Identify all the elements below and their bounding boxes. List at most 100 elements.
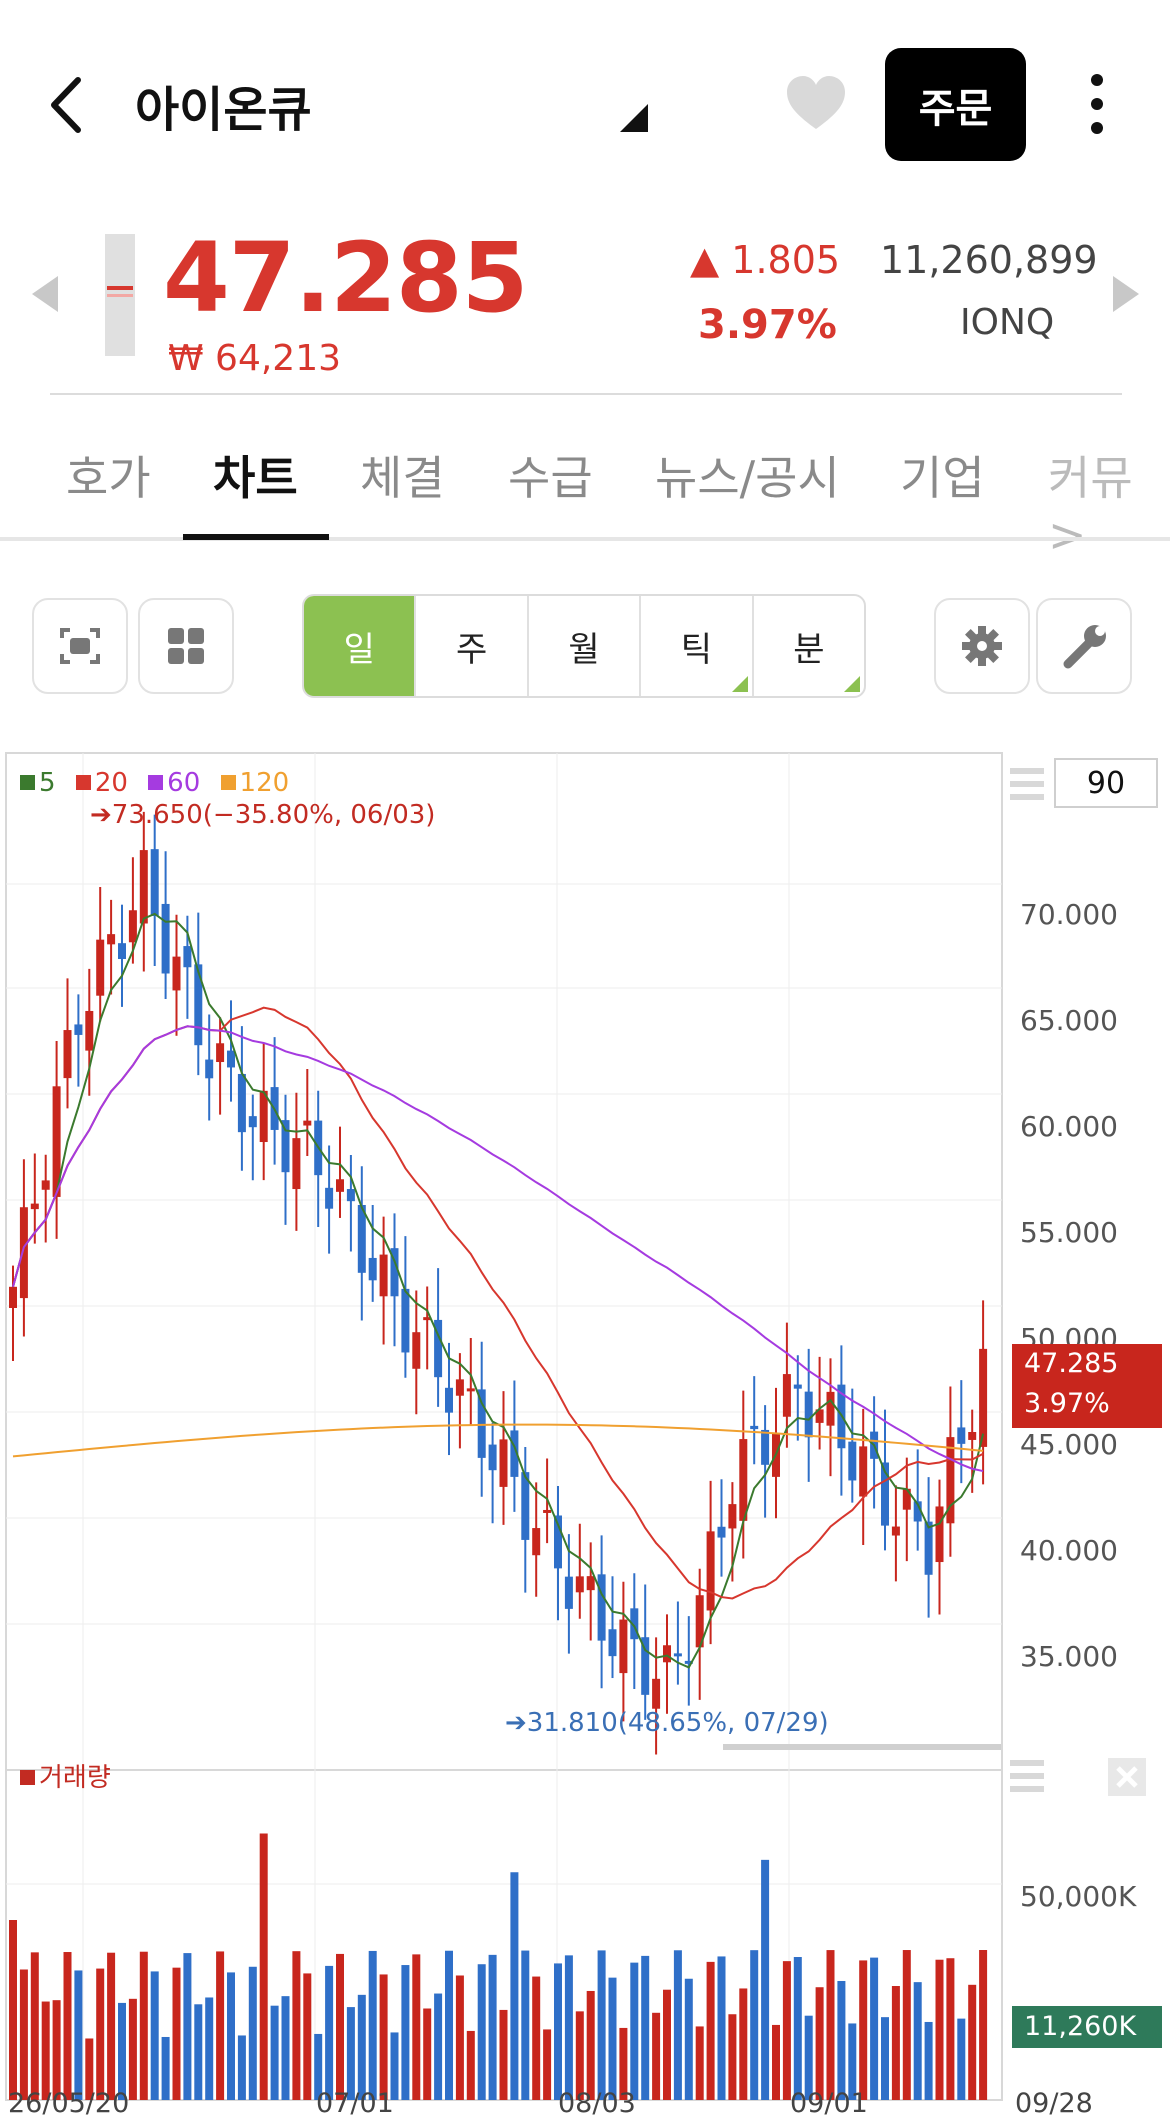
candle-body <box>128 910 137 943</box>
close-icon <box>1116 1766 1138 1788</box>
period-day[interactable]: 일 <box>304 596 415 696</box>
candle-body <box>216 1043 225 1063</box>
chart-menu-icon[interactable] <box>1008 764 1046 804</box>
volume-bar <box>946 1958 955 2100</box>
stock-chart[interactable] <box>5 752 1163 2121</box>
price-change-percent: 3.97% <box>698 302 837 348</box>
moving-average-legend: 5 20 60 120 <box>20 768 301 798</box>
layout-grid-button[interactable] <box>138 598 234 694</box>
candle-body <box>183 946 192 968</box>
period-minute[interactable]: 분 <box>751 596 864 696</box>
volume-bar <box>706 1961 715 2100</box>
candle-body <box>652 1678 661 1709</box>
volume-bar <box>728 2014 737 2100</box>
volume-bar <box>183 1953 192 2100</box>
candle-body <box>532 1528 541 1556</box>
tab-chart[interactable]: 차트 <box>213 442 298 508</box>
more-options-icon[interactable] <box>1085 72 1109 136</box>
y-tick-label: 45.000 <box>1020 1428 1118 1461</box>
candle-body <box>248 1116 257 1128</box>
trading-volume: 11,260,899 <box>880 238 1098 282</box>
candle-body <box>543 1509 552 1513</box>
volume-menu-icon[interactable] <box>1008 1756 1046 1796</box>
candle-body <box>979 1348 988 1447</box>
volume-bar <box>466 2030 475 2100</box>
volume-bar <box>652 2012 661 2100</box>
tab-community[interactable]: 커뮤> <box>1048 442 1170 562</box>
candle-body <box>118 943 126 960</box>
candle-body <box>750 1425 759 1430</box>
period-week[interactable]: 주 <box>414 596 526 696</box>
back-arrow-icon[interactable] <box>40 70 100 140</box>
candle-body <box>336 1179 344 1192</box>
volume-bar <box>30 1952 39 2100</box>
volume-bar <box>445 1950 453 2100</box>
candle-body <box>74 1024 83 1035</box>
volume-bar <box>772 2024 780 2100</box>
settings-button[interactable] <box>934 598 1030 694</box>
volume-bar <box>499 2009 508 2100</box>
candle-body <box>30 1203 39 1210</box>
tab-company[interactable]: 기업 <box>900 442 985 508</box>
x-tick-label: 09/01 <box>790 2088 868 2119</box>
volume-bar <box>968 1984 977 2100</box>
volume-bar <box>128 1998 137 2100</box>
dropdown-triangle-icon[interactable] <box>620 104 648 132</box>
period-count-input[interactable]: 90 <box>1054 758 1158 808</box>
volume-bar <box>303 1973 312 2100</box>
volume-bar <box>281 1996 290 2100</box>
volume-bar <box>139 1951 148 2100</box>
wrench-icon <box>1063 625 1106 669</box>
order-button[interactable]: 주문 <box>885 48 1026 161</box>
volume-bar <box>336 1953 344 2100</box>
volume-bar <box>96 1968 105 2100</box>
candle-body <box>281 1120 290 1173</box>
candle-body <box>924 1521 933 1575</box>
candle-body <box>586 1576 595 1591</box>
volume-bar <box>521 1950 530 2100</box>
period-tick[interactable]: 틱 <box>639 596 751 696</box>
legend-ma20: 20 <box>75 768 128 798</box>
volume-bar <box>815 1987 824 2100</box>
volume-bar <box>543 2029 552 2100</box>
volume-bar <box>782 1961 791 2100</box>
current-price-marker: 47.285 3.97% <box>1012 1344 1162 1428</box>
fullscreen-button[interactable] <box>32 598 128 694</box>
period-week-label: 주 <box>455 629 488 670</box>
candle-body <box>826 1391 835 1426</box>
candle-body <box>891 1526 900 1536</box>
volume-bar <box>870 1957 879 2100</box>
period-month-label: 월 <box>568 629 600 670</box>
volume-bar <box>663 1989 671 2100</box>
volume-legend-label: 거래량 <box>39 1763 111 1793</box>
tools-button[interactable] <box>1036 598 1132 694</box>
ma5-line <box>12 912 985 1669</box>
candle-body <box>717 1526 726 1538</box>
current-price-marker-value: 47.285 <box>1024 1348 1119 1379</box>
volume-bar <box>412 1954 421 2100</box>
heart-icon[interactable] <box>785 74 847 132</box>
next-stock-arrow-icon[interactable] <box>1113 276 1139 312</box>
previous-stock-arrow-icon[interactable] <box>32 276 58 312</box>
y-tick-label: 35.000 <box>1020 1640 1118 1673</box>
x-tick-label: 07/01 <box>316 2088 394 2119</box>
candle-body <box>85 1010 94 1051</box>
volume-bar <box>41 2001 50 2100</box>
candle-body <box>227 1050 235 1068</box>
tab-orderbook[interactable]: 호가 <box>66 442 151 508</box>
min-price-annotation: ➔31.810(48.65%, 07/29) <box>505 1708 829 1738</box>
close-volume-panel-button[interactable] <box>1108 1758 1146 1796</box>
volume-bar <box>597 1950 606 2100</box>
volume-bar <box>368 1950 377 2100</box>
candle-body <box>859 1446 868 1497</box>
candle-body <box>968 1432 977 1440</box>
tab-trades[interactable]: 체결 <box>360 442 445 508</box>
candle-body <box>205 1059 214 1079</box>
ticker-symbol: IONQ <box>960 302 1055 343</box>
tab-supply-demand[interactable]: 수급 <box>508 442 593 508</box>
candle-body <box>139 850 148 924</box>
volume-bar <box>586 1990 595 2100</box>
x-tick-label: 09/28 <box>1015 2088 1093 2119</box>
tab-news[interactable]: 뉴스/공시 <box>655 442 840 508</box>
period-month[interactable]: 월 <box>526 596 639 696</box>
